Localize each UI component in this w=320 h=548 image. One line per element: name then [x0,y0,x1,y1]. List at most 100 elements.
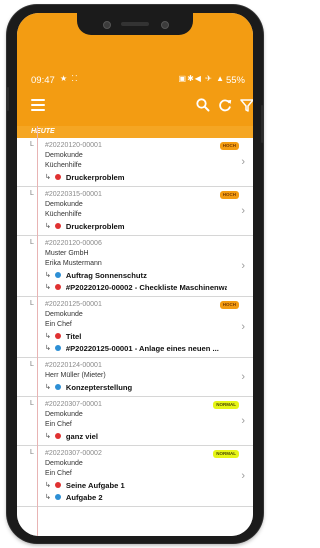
subtask-arrow-icon: ↳ [45,272,51,279]
contact-name: Ein Chef [45,470,72,477]
customer-name: Demokunde [45,411,83,418]
ticket-rows: L #20220120-00001 Demokunde Küchenhilfe ↳ Dru… [17,138,253,507]
task-item: ↳ #P20220125-00001 - Anlage eines neuen .… [45,342,227,354]
priority-badge: NORMAL [213,401,239,409]
ticket-list: HEUTE L #20220120-00001 Demokunde Küchenhil… [17,126,253,536]
subtask-arrow-icon: ↳ [45,494,51,501]
ticket-number: #20220307-00001 [45,401,102,408]
status-dot-icon [54,482,61,488]
task-item: ↳ Seine Aufgabe 1 [45,479,227,491]
ticket-number: #20220120-00001 [45,142,102,149]
task-title: Druckerproblem [65,221,125,231]
subtask-arrow-icon: ↳ [45,384,51,391]
ticket-row[interactable]: L #20220124-00001 Herr Müller (Mieter) ↳ Kon… [17,358,253,397]
customer-name: Demokunde [45,311,83,318]
refresh-icon[interactable] [217,97,233,113]
status-system-icons: ▣✱◀︎ ✈ ▲ [178,74,225,83]
row-marker: L [30,361,34,368]
subtask-arrow-icon: ↳ [45,174,51,181]
status-dot-icon [54,333,61,339]
task-item: ↳ Auftrag Sonnenschutz [45,269,227,281]
margin-line [37,126,38,536]
status-dot-icon [54,433,61,439]
row-marker: L [30,449,34,456]
customer-name: Demokunde [45,152,83,159]
status-dot-icon [54,384,61,390]
phone-frame: 09:47 ★ ⁚⁚ ▣✱◀︎ ✈ ▲ 55% HEUTE L #20220120… [7,5,263,543]
status-notification-icons: ★ ⁚⁚ [60,74,79,83]
task-item: ↳ ganz viel [45,430,227,442]
task-title: Seine Aufgabe 1 [65,480,125,490]
customer-name: Muster GmbH [45,250,89,257]
ticket-row[interactable]: L #20220120-00006 Muster GmbH Erika Musterm… [17,236,253,297]
task-item: ↳ Aufgabe 2 [45,491,227,503]
task-item: ↳ Konzepterstellung [45,381,227,393]
row-marker: L [30,300,34,307]
chevron-right-icon[interactable]: › [241,371,245,383]
status-bar: 09:47 ★ ⁚⁚ ▣✱◀︎ ✈ ▲ 55% [17,73,253,89]
chevron-right-icon[interactable]: › [241,156,245,168]
ticket-number: #20220125-00001 [45,301,102,308]
app-toolbar [17,93,253,121]
filter-icon[interactable] [239,97,253,113]
row-marker: L [30,400,34,407]
menu-icon[interactable] [31,99,45,111]
speaker [121,22,149,26]
ticket-number: #20220307-00002 [45,450,102,457]
customer-name: Demokunde [45,460,83,467]
subtask-arrow-icon: ↳ [45,433,51,440]
status-dot-icon [54,223,61,229]
ticket-row[interactable]: L #20220315-00001 Demokunde Küchenhilfe ↳ Dru… [17,187,253,236]
volume-button [7,87,9,111]
subtask-arrow-icon: ↳ [45,284,51,291]
priority-badge: HOCH [219,191,239,199]
ticket-row[interactable]: L #20220120-00001 Demokunde Küchenhilfe ↳ Dru… [17,138,253,187]
task-title: #P20220120-00002 - Checkliste Maschinenw… [65,282,227,292]
chevron-right-icon[interactable]: › [241,415,245,427]
status-dot-icon [54,174,61,180]
chevron-right-icon[interactable]: › [241,321,245,333]
status-time: 09:47 [31,75,55,86]
contact-name: Küchenhilfe [45,162,82,169]
status-dot-icon [54,284,61,290]
row-marker: L [30,141,34,148]
ticket-number: #20220120-00006 [45,240,102,247]
notch [77,13,193,35]
task-item: ↳ Druckerproblem [45,220,227,232]
camera-icon [161,21,169,29]
task-title: Aufgabe 2 [65,492,103,502]
ticket-row[interactable]: L #20220125-00001 Demokunde Ein Chef ↳ Titel ↳… [17,297,253,358]
app-screen: 09:47 ★ ⁚⁚ ▣✱◀︎ ✈ ▲ 55% HEUTE L #20220120… [17,13,253,536]
task-title: Konzepterstellung [65,382,133,392]
search-icon[interactable] [195,97,211,113]
section-header: HEUTE [17,126,253,138]
task-item: ↳ Titel [45,330,227,342]
customer-name: Demokunde [45,201,83,208]
task-title: Druckerproblem [65,172,125,182]
status-dot-icon [54,494,61,500]
priority-badge: HOCH [219,142,239,150]
chevron-right-icon[interactable]: › [241,260,245,272]
contact-name: Küchenhilfe [45,211,82,218]
task-title: Auftrag Sonnenschutz [65,270,147,280]
ticket-row[interactable]: L #20220307-00002 Demokunde Ein Chef ↳ Seine … [17,446,253,507]
task-item: ↳ #P20220120-00002 - Checkliste Maschinen… [45,281,227,293]
ticket-number: #20220124-00001 [45,362,102,369]
ticket-number: #20220315-00001 [45,191,102,198]
subtask-arrow-icon: ↳ [45,345,51,352]
row-marker: L [30,239,34,246]
task-item: ↳ Druckerproblem [45,171,227,183]
chevron-right-icon[interactable]: › [241,470,245,482]
contact-name: Erika Mustermann [45,260,102,267]
task-title: Titel [65,331,82,341]
ticket-row[interactable]: L #20220307-00001 Demokunde Ein Chef ↳ ganz v… [17,397,253,446]
contact-name: Ein Chef [45,321,72,328]
status-dot-icon [54,272,61,278]
task-title: #P20220125-00001 - Anlage eines neuen ..… [65,343,219,353]
contact-name: Ein Chef [45,421,72,428]
status-dot-icon [54,345,61,351]
battery-level: 55% [225,75,245,86]
priority-badge: HOCH [219,301,239,309]
row-marker: L [30,190,34,197]
chevron-right-icon[interactable]: › [241,205,245,217]
